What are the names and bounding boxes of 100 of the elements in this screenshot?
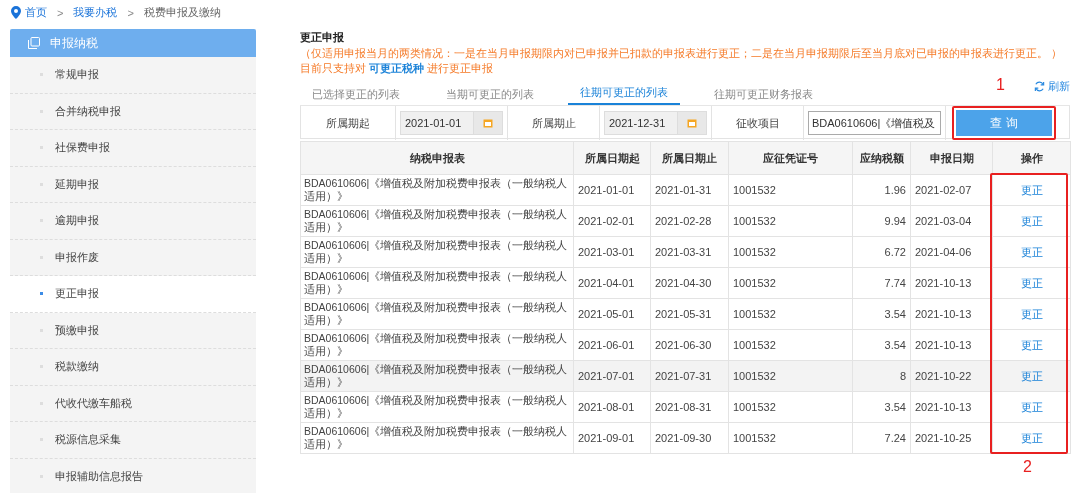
table-cell: 6.72 bbox=[852, 236, 911, 268]
calendar-icon bbox=[687, 118, 697, 128]
breadcrumb-separator: > bbox=[127, 6, 134, 19]
filter-label: 所属期止 bbox=[508, 106, 600, 140]
date-field[interactable]: 2021-01-01 bbox=[400, 111, 503, 135]
table-cell: 1001532 bbox=[728, 205, 853, 237]
column-header: 应纳税额 bbox=[852, 141, 911, 175]
table-cell: 7.74 bbox=[852, 267, 911, 299]
table-cell: BDA0610606|《增值税及附加税费申报表（一般纳税人适用）》 bbox=[300, 360, 574, 392]
taxes-link[interactable]: 可更正税种 bbox=[368, 62, 424, 74]
table-row[interactable]: BDA0610606|《增值税及附加税费申报表（一般纳税人适用）》 2021-02-01 2021-02-28 1001532 9.94 2021-03-04 更正 bbox=[300, 205, 1071, 237]
location-pin-icon bbox=[11, 6, 21, 19]
column-header: 所属日期止 bbox=[650, 141, 729, 175]
table-cell: 2021-10-13 bbox=[910, 267, 993, 299]
table-cell: 3.54 bbox=[852, 329, 911, 361]
table-cell: BDA0610606|《增值税及附加税费申报表（一般纳税人适用）》 bbox=[300, 329, 574, 361]
table-cell: 2021-04-30 bbox=[650, 267, 729, 299]
filter-label: 所属期起 bbox=[301, 106, 396, 140]
table-cell: 2021-04-06 bbox=[910, 236, 993, 268]
table-row[interactable]: BDA0610606|《增值税及附加税费申报表（一般纳税人适用）》 2021-08-01 2021-08-31 1001532 3.54 2021-10-13 更正 bbox=[300, 391, 1071, 423]
table-row[interactable]: BDA0610606|《增值税及附加税费申报表（一般纳税人适用）》 2021-06-01 2021-06-30 1001532 3.54 2021-10-13 更正 bbox=[300, 329, 1071, 361]
correct-link[interactable]: 更正 bbox=[1020, 369, 1043, 382]
table-cell: BDA0610606|《增值税及附加税费申报表（一般纳税人适用）》 bbox=[300, 422, 574, 454]
notice-text: （仅适用申报当月的两类情况：一是在当月申报期限内对已申报并已扣款的申报表进行更正；二是在当月申报期限后至当月底对已申报的申报表进行更正。 ） bbox=[300, 47, 1063, 61]
breadcrumb-link[interactable]: 我要办税 bbox=[73, 5, 118, 20]
sidebar-item[interactable]: 预缴申报 bbox=[10, 312, 256, 349]
table-row[interactable]: BDA0610606|《增值税及附加税费申报表（一般纳税人适用）》 2021-09-01 2021-09-30 1001532 7.24 2021-10-25 更正 bbox=[300, 422, 1071, 454]
table-cell: BDA0610606|《增值税及附加税费申报表（一般纳税人适用）》 bbox=[300, 205, 574, 237]
table-cell: 2021-04-01 bbox=[573, 267, 651, 299]
tab[interactable]: 已选择更正的列表 bbox=[300, 87, 412, 105]
table-row[interactable]: BDA0610606|《增值税及附加税费申报表（一般纳税人适用）》 2021-07-01 2021-07-31 1001532 8 2021-10-22 更正 bbox=[300, 360, 1071, 392]
correct-link[interactable]: 更正 bbox=[1020, 183, 1043, 196]
refresh-link[interactable]: 刷新 bbox=[1034, 79, 1070, 94]
sidebar-item[interactable]: 税款缴纳 bbox=[10, 349, 256, 386]
sidebar-item[interactable]: 常规申报 bbox=[10, 57, 256, 94]
table-cell: 1001532 bbox=[728, 174, 853, 206]
table-cell: 8 bbox=[852, 360, 911, 392]
correct-link[interactable]: 更正 bbox=[1020, 245, 1043, 258]
column-header: 纳税申报表 bbox=[300, 141, 574, 175]
table-cell: BDA0610606|《增值税及附加税费申报表（一般纳税人适用）》 bbox=[300, 391, 574, 423]
support-note: 目前只支持对 可更正税种 进行更正申报 bbox=[300, 62, 494, 76]
sidebar-item[interactable]: 社保费申报 bbox=[10, 130, 256, 167]
page-title: 更正申报 bbox=[300, 30, 345, 45]
table-cell: BDA0610606|《增值税及附加税费申报表（一般纳税人适用）》 bbox=[300, 174, 574, 206]
table-cell: 2021-09-01 bbox=[573, 422, 651, 454]
table-row[interactable]: BDA0610606|《增值税及附加税费申报表（一般纳税人适用）》 2021-03-01 2021-03-31 1001532 6.72 2021-04-06 更正 bbox=[300, 236, 1071, 268]
column-header: 应征凭证号 bbox=[728, 141, 853, 175]
column-header: 操作 bbox=[992, 141, 1071, 175]
table-cell: 2021-08-31 bbox=[650, 391, 729, 423]
table-cell: 1001532 bbox=[728, 236, 853, 268]
sidebar-item[interactable]: 合并纳税申报 bbox=[10, 93, 256, 130]
sidebar-item[interactable]: 逾期申报 bbox=[10, 203, 256, 240]
table-cell: 2021-03-31 bbox=[650, 236, 729, 268]
breadcrumb-separator: > bbox=[57, 6, 64, 19]
table-row[interactable]: BDA0610606|《增值税及附加税费申报表（一般纳税人适用）》 2021-05-01 2021-05-31 1001532 3.54 2021-10-13 更正 bbox=[300, 298, 1071, 330]
table-cell: 2021-01-01 bbox=[573, 174, 651, 206]
table-cell: 3.54 bbox=[852, 391, 911, 423]
breadcrumb-current: 税费申报及缴纳 bbox=[143, 5, 221, 20]
table-cell: 9.94 bbox=[852, 205, 911, 237]
table-cell: 1001532 bbox=[728, 422, 853, 454]
table-cell: 1001532 bbox=[728, 267, 853, 299]
table-row[interactable]: BDA0610606|《增值税及附加税费申报表（一般纳税人适用）》 2021-01-01 2021-01-31 1001532 1.96 2021-02-07 更正 bbox=[300, 174, 1071, 206]
annotation-number: 1 bbox=[996, 76, 1005, 94]
table-cell: 1001532 bbox=[728, 391, 853, 423]
annotation-number: 2 bbox=[1023, 458, 1032, 476]
correct-link[interactable]: 更正 bbox=[1020, 431, 1043, 444]
correct-link[interactable]: 更正 bbox=[1020, 307, 1043, 320]
sidebar-item[interactable]: 更正申报 bbox=[10, 276, 256, 313]
table-cell: 2021-07-31 bbox=[650, 360, 729, 392]
tab[interactable]: 往期可更正财务报表 bbox=[702, 87, 825, 105]
table-cell: 2021-10-25 bbox=[910, 422, 993, 454]
sidebar-item[interactable]: 申报辅助信息报告 bbox=[10, 458, 256, 493]
table-cell: 2021-05-01 bbox=[573, 298, 651, 330]
correct-link[interactable]: 更正 bbox=[1020, 400, 1043, 413]
breadcrumb-link[interactable]: 首页 bbox=[25, 5, 47, 20]
correct-link[interactable]: 更正 bbox=[1020, 338, 1043, 351]
table-cell: BDA0610606|《增值税及附加税费申报表（一般纳税人适用）》 bbox=[300, 298, 574, 330]
table-cell: 1001532 bbox=[728, 360, 853, 392]
table-cell: BDA0610606|《增值税及附加税费申报表（一般纳税人适用）》 bbox=[300, 236, 574, 268]
calendar-icon bbox=[483, 118, 493, 128]
tax-item-dropdown[interactable]: BDA0610606|《增值税及 bbox=[808, 111, 941, 135]
table-row[interactable]: BDA0610606|《增值税及附加税费申报表（一般纳税人适用）》 2021-04-01 2021-04-30 1001532 7.74 2021-10-13 更正 bbox=[300, 267, 1071, 299]
refresh-icon bbox=[1034, 81, 1045, 92]
filter-label: 征收项目 bbox=[712, 106, 804, 140]
table-cell: 2021-06-30 bbox=[650, 329, 729, 361]
sidebar-item[interactable]: 代收代缴车船税 bbox=[10, 385, 256, 422]
date-field[interactable]: 2021-12-31 bbox=[604, 111, 707, 135]
table-cell: 2021-10-13 bbox=[910, 298, 993, 330]
tab[interactable]: 往期可更正的列表 bbox=[568, 85, 680, 105]
table-cell: 1001532 bbox=[728, 329, 853, 361]
table-cell: 3.54 bbox=[852, 298, 911, 330]
correct-link[interactable]: 更正 bbox=[1020, 276, 1043, 289]
table-cell: 2021-08-01 bbox=[573, 391, 651, 423]
table-cell: 2021-03-04 bbox=[910, 205, 993, 237]
sidebar-item[interactable]: 延期申报 bbox=[10, 166, 256, 203]
table-cell: 2021-02-28 bbox=[650, 205, 729, 237]
sidebar-item[interactable]: 税源信息采集 bbox=[10, 422, 256, 459]
table-cell: 1001532 bbox=[728, 298, 853, 330]
tab[interactable]: 当期可更正的列表 bbox=[434, 87, 546, 105]
correct-link[interactable]: 更正 bbox=[1020, 214, 1043, 227]
